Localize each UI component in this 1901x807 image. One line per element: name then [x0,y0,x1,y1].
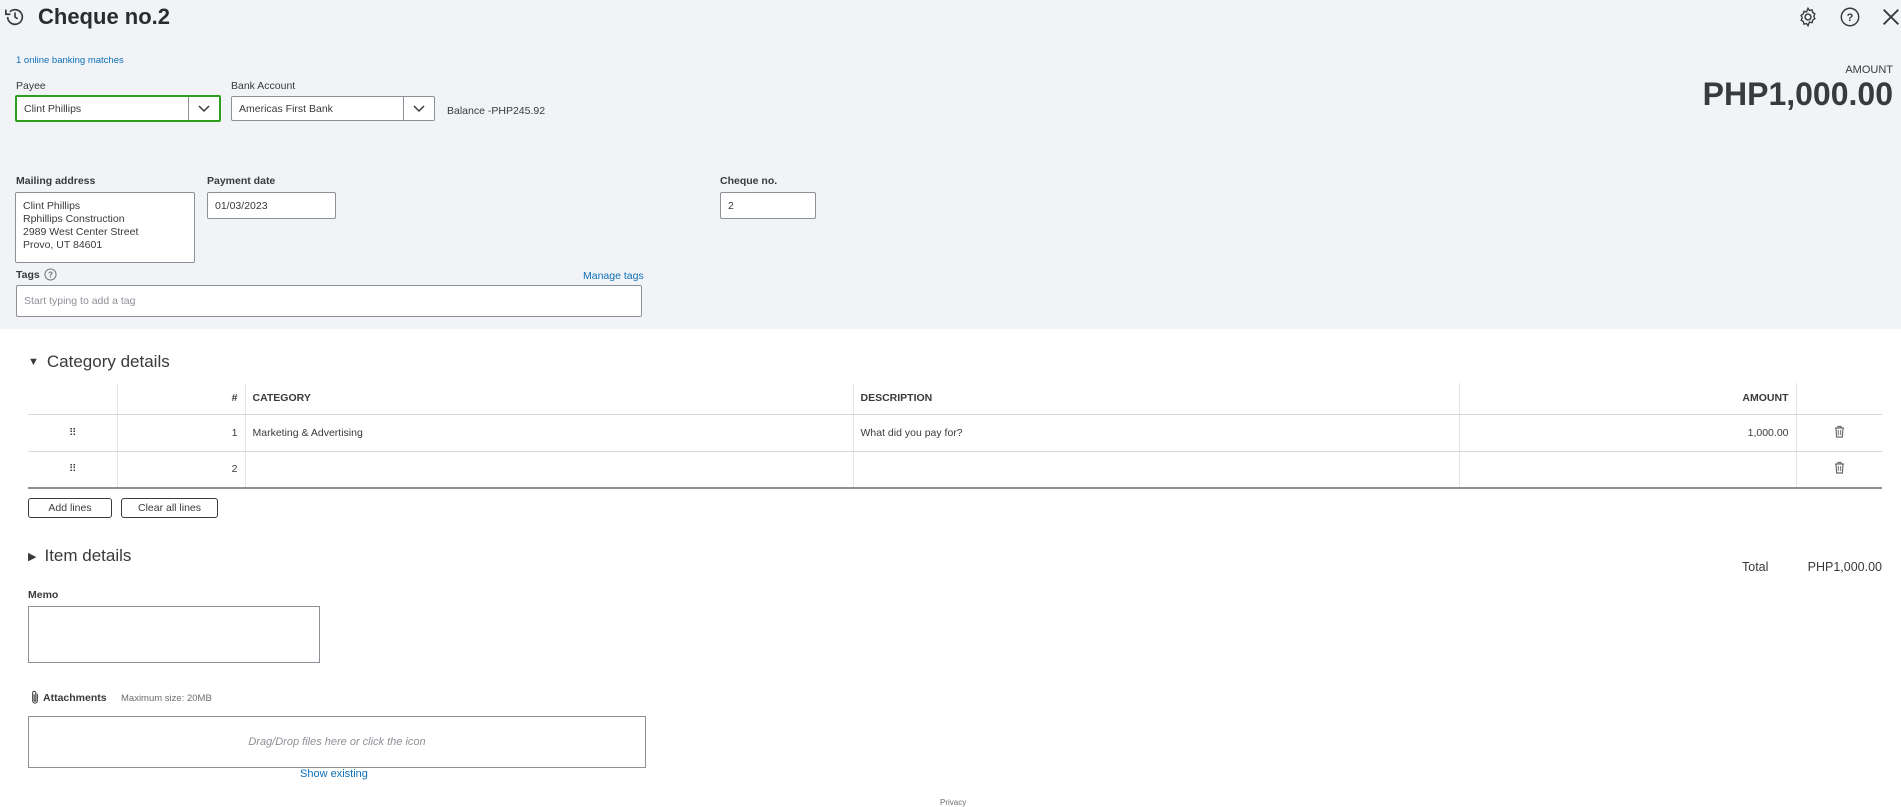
amount-cell[interactable] [1458,451,1796,489]
online-banking-matches-link[interactable]: 1 online banking matches [16,55,124,66]
drag-handle-icon[interactable]: ⠿ [28,414,117,452]
table-row[interactable]: ⠿ 1 Marketing & Advertising What did you… [28,414,1882,452]
description-column-header: DESCRIPTION [852,383,1459,415]
show-existing-link[interactable]: Show existing [300,768,368,780]
amount-column-header: AMOUNT [1458,383,1796,415]
trash-icon [1834,462,1844,474]
payment-date-value: 01/03/2023 [215,199,268,212]
delete-row-button[interactable] [1795,414,1882,452]
description-cell[interactable]: What did you pay for? [852,414,1459,452]
chevron-down-icon [413,104,425,112]
category-column-header: CATEGORY [244,383,853,415]
drag-column-header [28,383,117,415]
page-title: Cheque no.2 [38,4,171,29]
tags-label-row: Tags ? [16,268,57,281]
trash-icon [1834,425,1844,438]
cheque-no-value: 2 [728,199,734,212]
amount-cell[interactable]: 1,000.00 [1458,414,1796,452]
clear-all-lines-button[interactable]: Clear all lines [121,498,218,518]
caret-right-icon: ▶ [28,550,37,563]
dropzone-text: Drag/Drop files here or click the icon [248,736,426,748]
svg-text:?: ? [48,270,53,279]
payee-value: Clint Phillips [24,102,82,115]
help-icon[interactable]: ? [1839,6,1861,28]
cheque-no-input[interactable]: 2 [720,192,816,219]
address-line: Rphillips Construction [23,213,125,225]
svg-text:?: ? [1847,12,1854,24]
attachments-label: Attachments [43,691,107,704]
manage-tags-link[interactable]: Manage tags [583,270,644,282]
delete-row-button[interactable] [1795,451,1882,489]
cheque-no-label: Cheque no. [720,175,778,187]
category-table: # CATEGORY DESCRIPTION AMOUNT ⠿ 1 Market… [28,383,1882,489]
payment-date-label: Payment date [207,175,276,187]
row-number: 2 [116,451,245,489]
address-line: Clint Phillips [23,200,81,212]
table-header-row: # CATEGORY DESCRIPTION AMOUNT [28,383,1882,415]
close-icon[interactable] [1880,6,1901,28]
num-column-header: # [116,383,245,415]
tags-placeholder: Start typing to add a tag [24,295,136,307]
amount-label: AMOUNT [1845,64,1893,76]
memo-textarea[interactable] [28,606,320,663]
payee-label: Payee [16,80,46,92]
attachments-header: Attachments [30,690,107,705]
drag-handle-icon[interactable]: ⠿ [28,451,117,489]
paperclip-icon[interactable] [30,690,40,705]
info-icon[interactable]: ? [44,268,57,281]
description-cell[interactable] [852,451,1459,489]
bank-account-value: Americas First Bank [239,102,333,115]
category-details-title: Category details [46,352,170,371]
chevron-down-icon [198,104,210,112]
mailing-address-label: Mailing address [16,175,96,187]
caret-down-icon: ▼ [28,356,39,368]
category-details-toggle[interactable]: ▼ Category details [28,352,170,372]
header-panel [0,0,1901,329]
bank-balance: Balance -PHP245.92 [447,105,546,117]
history-icon[interactable] [4,6,26,28]
bank-account-dropdown-button[interactable] [403,97,434,120]
total-label: Total [1742,560,1769,574]
payee-dropdown-button[interactable] [188,97,219,120]
bank-account-select[interactable]: Americas First Bank [231,96,435,121]
category-cell[interactable]: Marketing & Advertising [244,414,853,452]
category-cell[interactable] [244,451,853,489]
item-details-title: Item details [44,546,132,565]
payment-date-input[interactable]: 01/03/2023 [207,192,336,219]
row-number: 1 [116,414,245,452]
table-row[interactable]: ⠿ 2 [28,451,1882,489]
add-lines-button[interactable]: Add lines [28,498,112,518]
tags-input[interactable]: Start typing to add a tag [16,285,642,317]
bank-account-label: Bank Account [231,80,296,92]
memo-label: Memo [28,589,59,601]
address-line: Provo, UT 84601 [23,239,103,251]
mailing-address-field[interactable]: Clint Phillips Rphillips Construction 29… [15,192,195,263]
privacy-link[interactable]: Privacy [940,798,966,807]
payee-select[interactable]: Clint Phillips [15,95,221,122]
tags-label: Tags [16,268,40,281]
attachments-max-size: Maximum size: 20MB [121,693,212,704]
amount-value: PHP1,000.00 [1702,76,1893,112]
gear-icon[interactable] [1797,6,1819,28]
total-value: PHP1,000.00 [1807,560,1882,574]
address-line: 2989 West Center Street [23,226,139,238]
actions-column-header [1795,383,1882,415]
attachment-dropzone[interactable]: Drag/Drop files here or click the icon [28,716,646,768]
item-details-toggle[interactable]: ▶ Item details [28,546,131,566]
